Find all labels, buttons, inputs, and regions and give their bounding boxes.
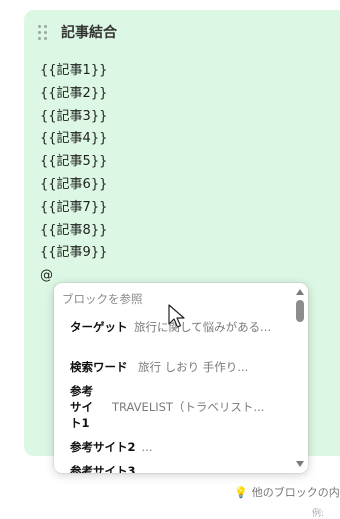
popup-item-reference-site-1[interactable]: 参考サイト1 TRAVELIST（トラベリスト... [70, 383, 290, 431]
scroll-down-arrow-icon[interactable] [296, 461, 304, 467]
popup-item-reference-site-2[interactable]: 参考サイト2 ... [70, 439, 290, 455]
popup-item-value: ... [141, 440, 153, 454]
popup-item-label: 参考サイト2 [70, 440, 136, 454]
mouse-pointer-icon [168, 304, 185, 328]
popup-scrollbar-thumb[interactable] [296, 300, 304, 322]
popup-item-value: 旅行 しおり 手作り... [138, 360, 249, 374]
content-line: {{記事3}} [40, 108, 108, 124]
popup-item-reference-site-3[interactable]: 参考サイト3 [70, 463, 290, 473]
hint-text: 他のブロックの内 [251, 486, 340, 499]
popup-item-label: ターゲット [70, 320, 128, 334]
content-line: {{記事9}} [40, 245, 108, 261]
block-title: 記事結合 [61, 25, 117, 41]
popup-item-value: TRAVELIST（トラベリスト... [112, 400, 265, 414]
content-line: {{記事4}} [40, 131, 108, 147]
content-line: {{記事7}} [40, 199, 108, 215]
popup-header: ブロックを参照 [62, 292, 143, 306]
scroll-up-arrow-icon[interactable] [296, 289, 304, 295]
content-line: {{記事6}} [40, 176, 108, 192]
example-text: 例: [312, 509, 325, 519]
popup-item-search-word[interactable]: 検索ワード 旅行 しおり 手作り... [70, 359, 290, 375]
popup-item-label: 参考サイト1 [70, 384, 93, 430]
popup-item-value: 旅行に関して悩みがある... [134, 320, 272, 334]
hint-text-row: 💡 他のブロックの内 [234, 484, 340, 500]
popup-item-label: 参考サイト3 [70, 464, 136, 473]
popup-item-label: 検索ワード [70, 360, 128, 374]
drag-handle-icon[interactable] [38, 25, 48, 40]
content-line: {{記事2}} [40, 85, 108, 101]
block-content[interactable]: {{記事1}} {{記事2}} {{記事3}} {{記事4}} {{記事5}} … [40, 60, 107, 288]
content-line: {{記事1}} [40, 63, 108, 78]
lightbulb-icon: 💡 [234, 486, 248, 499]
content-line: {{記事8}} [40, 222, 108, 238]
content-line: {{記事5}} [40, 154, 108, 170]
